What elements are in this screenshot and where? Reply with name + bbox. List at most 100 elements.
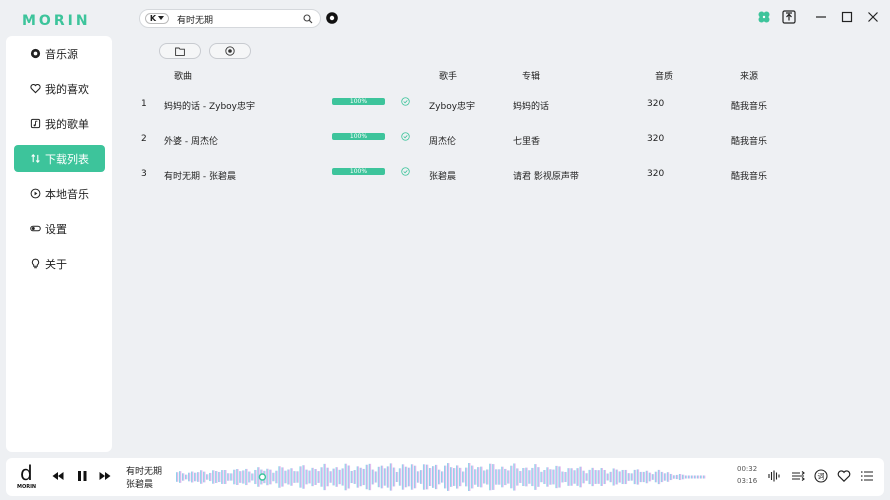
waveform-bar [645,470,649,484]
waveform-bar [242,470,245,484]
folder-icon [175,47,185,56]
sidebar-item-playlists[interactable]: 我的歌单 [14,110,105,137]
search-input[interactable]: 有时无期 [177,13,213,26]
waveform-bar [678,473,682,481]
clear-list-button[interactable] [209,43,251,59]
header-singer: 歌手 [439,72,458,82]
disc-icon[interactable] [326,12,338,24]
waveform-bar [486,469,489,485]
waveform-bar [642,471,646,483]
search-icon[interactable] [303,14,313,24]
waveform-bar [233,469,236,485]
heart-icon [30,83,41,94]
waveform-bar [492,464,495,490]
waveform-bar [537,467,540,487]
waveform-bar [579,466,582,488]
source-select[interactable]: K [145,13,169,24]
waveform-bar [570,468,573,486]
waveform-bar [191,471,194,483]
header-album: 专辑 [522,72,541,82]
row-quality: 320 [647,99,665,109]
table-row[interactable]: 2 外婆 - 周杰伦 100% 周杰伦 七里香 320 酷我音乐 [112,127,882,151]
waveform-bar [278,466,281,488]
waveform-bar [296,471,299,483]
sidebar-item-settings[interactable]: 设置 [14,215,105,242]
waveform-bar [251,473,254,481]
sidebar-item-about[interactable]: 关于 [14,250,105,277]
lyrics-icon[interactable]: 词 [814,469,828,483]
sidebar-item-music-source[interactable]: 音乐源 [14,40,105,67]
sidebar-item-downloads[interactable]: 下载列表 [14,145,105,172]
waveform-bar [597,470,600,484]
waveform-bar [365,464,369,490]
waveform-bar [269,469,272,485]
waveform-bar [681,474,685,480]
sidebar-item-local-music[interactable]: 本地音乐 [14,180,105,207]
waveform-bar [489,463,492,491]
close-icon[interactable] [866,10,880,24]
waveform-bar [699,475,703,479]
sidebar-item-favorites[interactable]: 我的喜欢 [14,75,105,102]
row-source: 酷我音乐 [731,102,768,112]
waveform-bar [359,467,363,487]
table-row[interactable]: 1 妈妈的话 - Zyboy忠宇 100% Zyboy忠宇 妈妈的话 320 酷… [112,92,882,116]
waveform-bar [209,472,212,482]
waveform-bar [573,470,576,484]
pause-icon[interactable] [75,469,89,483]
waveform-bar [627,473,631,481]
search-bar[interactable]: K 有时无期 [139,9,321,28]
waveform-bar [684,475,688,479]
waveform-bar [561,471,564,483]
waveform-bar [468,463,471,491]
waveform-bar [326,467,329,487]
waveform-bar [335,467,339,487]
waveform-bar [669,473,673,481]
loop-mode-icon[interactable] [791,469,805,483]
waveform-bar [462,471,465,483]
previous-icon[interactable] [51,469,65,483]
waveform-progress[interactable] [176,463,706,491]
waveform-bar [513,463,516,491]
waveform-bar [311,467,314,487]
waveform-bar [419,470,423,484]
waveform-bar [224,470,227,484]
waveform-bar [447,463,450,491]
waveform-bar [471,465,474,489]
waveform-bar [618,471,622,483]
waveform-bar [531,467,534,487]
sound-wave-icon[interactable] [767,469,781,483]
waveform-bar [383,468,387,486]
sidebar-item-label: 下载列表 [45,152,89,166]
maximize-icon[interactable] [840,10,854,24]
waveform-bar [314,469,317,485]
playlist-menu-icon[interactable] [860,469,874,483]
waveform-bar [609,471,613,483]
waveform-bar [431,466,435,488]
waveform-bar [323,463,326,491]
waveform-bar [332,468,335,486]
waveform-bar [621,469,625,485]
table-row[interactable]: 3 有时无期 - 张碧晨 100% 张碧晨 请君 影视原声带 320 酷我音乐 [112,162,882,186]
record-icon [30,48,41,59]
waveform-bar [179,471,182,483]
waveform-bar [675,474,679,480]
waveform-bar [185,474,188,480]
waveform-bar [398,468,402,486]
progress-handle[interactable] [258,473,267,481]
waveform-bar [377,466,381,488]
svg-text:词: 词 [818,473,825,481]
waveform-bar [347,465,351,489]
next-icon[interactable] [98,469,112,483]
upload-icon[interactable] [782,10,796,24]
like-heart-icon[interactable] [837,469,851,483]
open-folder-button[interactable] [159,43,201,59]
waveform-bar [636,469,640,485]
minimize-icon[interactable] [814,10,828,24]
row-singer: 周杰伦 [429,137,457,147]
clover-icon[interactable] [757,10,771,24]
waveform-bar [543,470,546,484]
svg-text:d: d [20,462,33,485]
waveform-bar [459,467,462,487]
play-circle-icon [30,188,41,199]
waveform-bar [672,475,676,479]
